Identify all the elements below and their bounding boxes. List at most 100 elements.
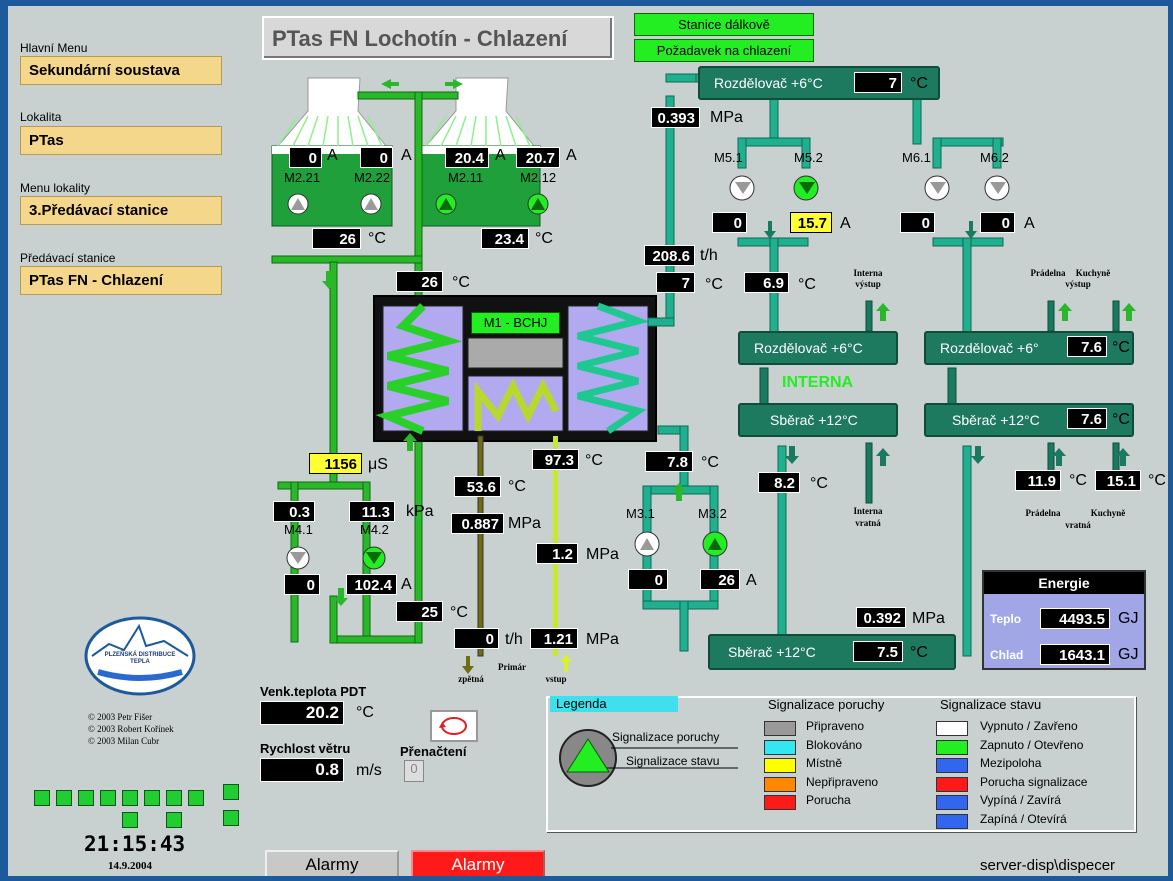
collector-bottom-pressure: 0.392: [856, 607, 906, 628]
ret-label-2: vratná: [1065, 520, 1091, 530]
primary-supply-pressure: 1.2: [536, 543, 578, 564]
energy-cold-value: 1643.1: [1040, 644, 1110, 665]
company-logo: PLZEŇSKÁ DISTRIBUCE TEPLA: [84, 616, 196, 696]
tower-left-temp: 26: [312, 228, 361, 249]
reload-label: Přenačtení: [400, 744, 467, 759]
interna-out-label-2: výstup: [855, 279, 881, 289]
remote-station-badge: Stanice dálkově: [634, 13, 814, 36]
primary-supply-pressure-unit: MPa: [586, 546, 619, 563]
conductivity-value: 1156: [309, 453, 362, 474]
kuch-return-temp-unit: °C: [1148, 472, 1166, 489]
legend-state-item-label: Zapíná / Otevírá: [980, 811, 1067, 826]
copyright-3: © 2003 Milan Cubr: [88, 736, 160, 746]
interna-temp-unit: °C: [810, 475, 828, 492]
chiller-inlet-unit: °C: [452, 274, 470, 291]
legend-state-item-swatch: [936, 776, 968, 792]
primary-return-pressure-unit: MPa: [508, 515, 541, 532]
m4-return-temp: 25: [396, 601, 443, 622]
interna-label: INTERNA: [782, 374, 854, 391]
legend-fault-item-label: Místně: [806, 756, 843, 770]
m5-current-unit: A: [840, 215, 851, 232]
legend-state-item-label: Mezipoloha: [980, 756, 1042, 770]
m31-current: 0: [628, 569, 668, 590]
conductivity-unit: μS: [368, 456, 388, 473]
chiller-label[interactable]: M1 - BCHJ: [471, 312, 560, 334]
m4-current-unit: A: [401, 576, 412, 593]
reload-button[interactable]: [430, 710, 478, 742]
location-button[interactable]: PTas: [20, 126, 222, 155]
right-collector-label: Sběrač +12°C: [952, 412, 1040, 428]
wind-value: 0.8: [260, 758, 344, 782]
energy-title: Energie: [984, 572, 1144, 594]
m3-current-unit: A: [746, 572, 757, 589]
fan-m212-label: M2.12: [520, 170, 557, 185]
legend-fault-item-label: Nepřipraveno: [806, 774, 879, 789]
legend-fault-header: Signalizace poruchy: [768, 697, 885, 712]
m5-temp: 6.9: [744, 272, 789, 293]
primary-return-temp-unit: °C: [508, 478, 526, 495]
main-temp: 7: [656, 272, 695, 293]
interna-collector[interactable]: Sběrač +12°C: [738, 403, 898, 437]
right-distributor-value: 7.6: [1067, 336, 1107, 357]
distributor-top-unit: °C: [910, 75, 928, 92]
m31-label: M3.1: [626, 506, 655, 521]
primary-label: Primár: [498, 662, 526, 672]
right-distributor-unit: °C: [1112, 339, 1130, 356]
main-pressure-unit: MPa: [710, 109, 743, 126]
legend-fault-link[interactable]: Signalizace poruchy: [612, 730, 719, 744]
tower-right-temp: 23.4: [481, 228, 529, 249]
interna-ret-label-2: vratná: [855, 518, 881, 528]
legend-state-item-swatch: [936, 721, 968, 736]
legend-state-header: Signalizace stavu: [940, 697, 1042, 712]
interna-distributor[interactable]: Rozdělovač +6°C: [738, 331, 898, 365]
location-menu-label: Menu lokality: [20, 181, 91, 195]
page-title: PTas FN Lochotín - Chlazení: [262, 16, 614, 60]
primary-supply-temp: 97.3: [532, 449, 579, 470]
copyright-1: © 2003 Petr Fišer: [88, 712, 153, 722]
main-menu-button[interactable]: Sekundární soustava: [20, 56, 222, 85]
alarms-button[interactable]: Alarmy: [265, 850, 399, 876]
fan-m212-unit: A: [566, 147, 577, 164]
legend-state-item-swatch: [936, 813, 968, 829]
station-button[interactable]: PTas FN - Chlazení: [20, 266, 222, 295]
legend-fault-item-label: Blokováno: [806, 737, 863, 752]
m62-current: 0: [980, 212, 1015, 233]
outside-temp-label: Venk.teplota PDT: [260, 684, 367, 699]
collector-bottom-value: 7.5: [853, 641, 903, 662]
m4-pressure-unit: kPa: [406, 503, 434, 520]
fan-m212-current: 20.7: [516, 147, 560, 168]
primary-supply-temp-unit: °C: [585, 452, 603, 469]
interna-out-label-1: Interna: [853, 268, 883, 278]
m51-current: 0: [712, 212, 747, 233]
m52-current: 15.7: [790, 212, 832, 233]
m6-current-unit: A: [1024, 215, 1035, 232]
legend-fault-item-swatch: [764, 795, 796, 810]
m3-temp-unit: °C: [701, 454, 719, 471]
outside-temp-value: 20.2: [260, 701, 344, 725]
fan-m222-label: M2.22: [354, 170, 391, 185]
fan-m211-unit: A: [495, 147, 506, 164]
tower-left-temp-unit: °C: [368, 230, 386, 247]
distributor-top[interactable]: Rozdělovač +6°C: [698, 66, 940, 100]
clock-date: 14.9.2004: [108, 860, 152, 872]
main-temp-unit: °C: [705, 276, 723, 293]
m5-temp-unit: °C: [798, 276, 816, 293]
location-menu-button[interactable]: 3.Předávací stanice: [20, 196, 222, 225]
primary-flow: 0: [454, 628, 499, 649]
legend-state-item-label: Vypnuto / Zavřeno: [980, 719, 1078, 733]
active-alarms-button[interactable]: Alarmy: [411, 850, 545, 876]
energy-heat-value: 4493.5: [1040, 608, 1110, 629]
m4-return-temp-unit: °C: [450, 604, 468, 621]
primary-return-temp: 53.6: [454, 476, 501, 497]
fan-m222-current: 0: [360, 147, 393, 168]
legend-state-link[interactable]: Signalizace stavu: [626, 754, 719, 768]
server-user: server-disp\dispecer: [980, 857, 1116, 874]
energy-cold-unit: GJ: [1118, 646, 1139, 663]
logo-text: PLZEŇSKÁ DISTRIBUCE: [104, 652, 176, 658]
distributor-top-label: Rozdělovač +6°C: [714, 75, 823, 91]
main-flow-unit: t/h: [700, 247, 718, 264]
m32-current: 26: [700, 569, 740, 590]
m61-current: 0: [900, 212, 935, 233]
kuch-out-label: Kuchyně: [1075, 268, 1111, 278]
prad-ret-label-1: Prádelna: [1025, 508, 1061, 518]
